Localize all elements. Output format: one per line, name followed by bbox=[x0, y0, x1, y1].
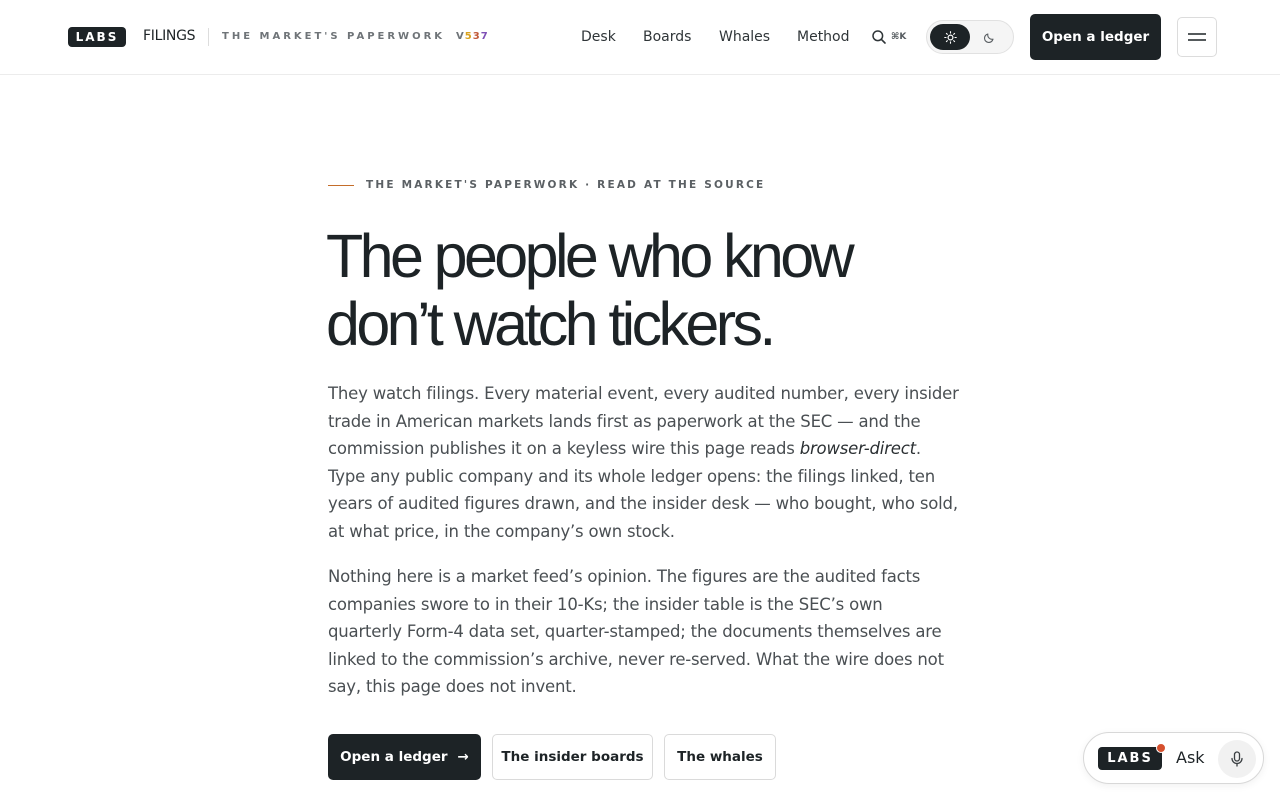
hero-headline: The people who know don’t watch tickers. bbox=[326, 222, 946, 358]
ask-label: Ask bbox=[1176, 748, 1205, 767]
insider-boards-button[interactable]: The insider boards bbox=[492, 734, 653, 780]
version-digit: 7 bbox=[480, 31, 489, 42]
nav-whales[interactable]: Whales bbox=[719, 29, 770, 45]
version-label: V537 bbox=[452, 31, 489, 42]
version-digit: 5 bbox=[464, 31, 473, 42]
nav-boards[interactable]: Boards bbox=[643, 29, 691, 45]
open-ledger-label: Open a ledger bbox=[340, 749, 448, 765]
eyebrow-rule bbox=[328, 184, 354, 186]
site-header: LABS FILINGS THE MARKET'S PAPERWORK V537… bbox=[0, 0, 1280, 75]
ask-widget[interactable]: LABS Ask bbox=[1083, 732, 1264, 784]
version-digit: 3 bbox=[472, 31, 481, 42]
arrow-right-icon: → bbox=[457, 749, 469, 765]
hero-eyebrow: THE MARKET'S PAPERWORK · READ AT THE SOU… bbox=[328, 179, 765, 191]
intro-emphasis: browser-direct bbox=[799, 439, 916, 459]
nav-method[interactable]: Method bbox=[797, 29, 850, 45]
brand-name[interactable]: FILINGS bbox=[143, 28, 196, 44]
open-ledger-header-button[interactable]: Open a ledger bbox=[1030, 14, 1161, 60]
ask-labs-logo: LABS bbox=[1098, 747, 1162, 770]
nav-desk[interactable]: Desk bbox=[581, 29, 616, 45]
hamburger-menu-icon bbox=[1188, 33, 1206, 41]
brand-tagline: THE MARKET'S PAPERWORK V537 bbox=[222, 31, 489, 42]
search-icon bbox=[872, 30, 886, 44]
eyebrow-text: THE MARKET'S PAPERWORK · READ AT THE SOU… bbox=[366, 179, 766, 191]
theme-toggle[interactable] bbox=[926, 20, 1014, 54]
brand-divider bbox=[208, 28, 209, 46]
notification-dot bbox=[1156, 743, 1166, 753]
theme-light-option[interactable] bbox=[930, 24, 970, 50]
sourcing-paragraph: Nothing here is a market feed’s opinion.… bbox=[328, 567, 944, 697]
headline-line-2: don’t watch tickers. bbox=[326, 290, 776, 358]
sun-icon bbox=[943, 30, 957, 44]
microphone-icon bbox=[1231, 751, 1243, 767]
labs-logo[interactable]: LABS bbox=[68, 27, 126, 47]
search-shortcut: ⌘K bbox=[891, 32, 907, 42]
headline-line-1: The people who know bbox=[326, 222, 855, 290]
version-prefix: V bbox=[456, 31, 465, 42]
search-button[interactable]: ⌘K bbox=[871, 29, 906, 45]
theme-dark-option[interactable] bbox=[970, 24, 1010, 50]
tagline-text: THE MARKET'S PAPERWORK bbox=[222, 31, 446, 42]
moon-icon bbox=[984, 33, 994, 43]
microphone-button[interactable] bbox=[1218, 740, 1256, 778]
menu-button[interactable] bbox=[1177, 17, 1217, 57]
intro-paragraph: They watch filings. Every material event… bbox=[328, 380, 960, 546]
open-ledger-button[interactable]: Open a ledger → bbox=[328, 734, 481, 780]
whales-button[interactable]: The whales bbox=[664, 734, 776, 780]
